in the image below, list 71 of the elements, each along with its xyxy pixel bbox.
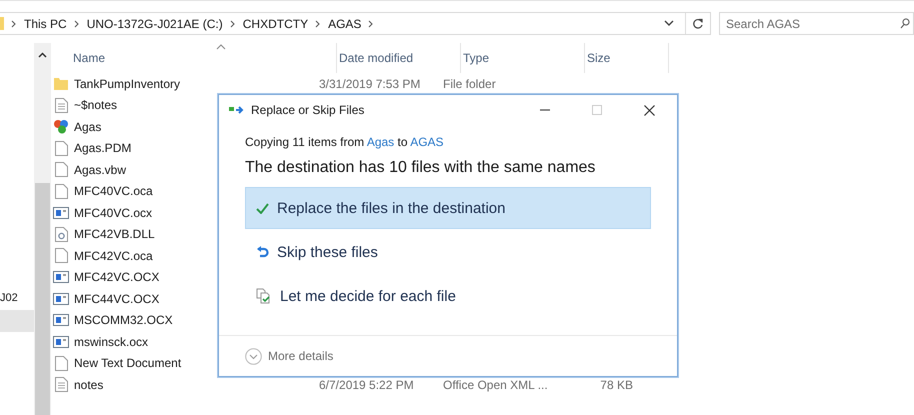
file-name[interactable]: notes	[74, 378, 104, 392]
file-name[interactable]: MFC40VC.oca	[74, 184, 153, 198]
chevron-icon	[315, 20, 322, 28]
blank-file-icon	[53, 140, 69, 156]
option-button[interactable]: Replace the files in the destination	[245, 187, 651, 229]
blank-file-icon	[53, 356, 69, 371]
source-link[interactable]: Agas	[366, 135, 394, 149]
copy-arrow-icon	[229, 105, 245, 115]
breadcrumb[interactable]: This PC	[24, 16, 67, 30]
address-bar[interactable]: This PC UNO-1372G-J021AE (C:) CHXDTCTY AGAS	[0, 12, 711, 35]
column-header[interactable]: Name	[71, 43, 337, 73]
check-icon	[256, 202, 269, 214]
control-file-icon	[53, 314, 69, 326]
option-button[interactable]: Let me decide for each file	[245, 275, 651, 317]
more-details-button[interactable]: More details	[245, 348, 334, 364]
application-icon	[53, 119, 69, 134]
breadcrumb[interactable]: UNO-1372G-J021AE (C:)	[86, 16, 223, 30]
chevron-icon	[74, 20, 80, 28]
file-name[interactable]: ~$notes	[74, 98, 118, 112]
column-header[interactable]: Type	[461, 43, 585, 73]
search-icon	[900, 18, 910, 29]
close-icon[interactable]	[644, 104, 655, 116]
chevron-icon	[368, 20, 374, 28]
scroll-thumb[interactable]	[35, 183, 50, 415]
file-name[interactable]: MFC42VC.OCX	[74, 270, 160, 284]
file-name[interactable]: MFC42VC.oca	[74, 248, 153, 263]
file-name[interactable]: TankPumpInventory	[74, 76, 180, 91]
file-size: 78 KB	[600, 378, 633, 392]
blank-file-icon	[53, 162, 69, 178]
chevron-icon	[11, 20, 17, 28]
undo-arrow-icon	[256, 245, 269, 259]
minimize-icon[interactable]	[540, 109, 550, 111]
breadcrumb[interactable]: CHXDTCTY	[242, 16, 308, 30]
option-button[interactable]: Skip these files	[245, 231, 651, 273]
file-name[interactable]: New Text Document	[74, 356, 182, 370]
file-name[interactable]: MFC42VB.DLL	[74, 227, 155, 242]
scrollbar[interactable]	[34, 43, 51, 415]
file-name[interactable]: mswinsck.ocx	[74, 334, 148, 349]
file-type: Office Open XML ...	[443, 378, 548, 392]
copy-summary: Copying 11 items from Agas to AGAS	[245, 135, 445, 149]
file-name[interactable]: Agas.PDM	[74, 141, 132, 156]
blank-file-icon	[53, 248, 69, 264]
gear-file-icon	[53, 226, 69, 242]
nav-item[interactable]: J02	[0, 287, 34, 309]
file-type: File folder	[443, 76, 496, 91]
dialog-title: Replace or Skip Files	[251, 103, 364, 117]
file-name[interactable]: MSCOMM32.OCX	[74, 313, 173, 328]
sort-caret-icon	[216, 44, 226, 50]
column-header[interactable]: Date modified	[337, 43, 461, 73]
file-name[interactable]: Agas.vbw	[74, 162, 126, 177]
search-field[interactable]: Search AGAS	[719, 12, 914, 35]
file-name[interactable]: Agas	[74, 120, 102, 134]
file-name[interactable]: MFC40VC.ocx	[74, 206, 152, 220]
chevron-icon	[230, 20, 236, 28]
control-file-icon	[53, 336, 69, 348]
target-link[interactable]: AGAS	[410, 135, 444, 149]
blank-file-icon	[53, 184, 69, 199]
dialog-heading: The destination has 10 files with the same names	[245, 159, 596, 177]
text-document-icon	[53, 98, 69, 113]
control-file-icon	[53, 206, 69, 219]
date-modified: 3/31/2019 7:53 PM	[319, 76, 420, 91]
breadcrumb[interactable]: AGAS	[328, 16, 362, 30]
scroll-up-icon[interactable]	[38, 52, 47, 58]
chevron-circle-icon	[245, 348, 262, 364]
control-file-icon	[53, 292, 69, 305]
text-document-icon	[53, 377, 69, 392]
files-check-icon	[256, 288, 272, 304]
date-modified: 6/7/2019 5:22 PM	[319, 378, 414, 392]
file-name[interactable]: MFC44VC.OCX	[74, 292, 160, 306]
column-header[interactable]: Size	[585, 43, 669, 73]
control-file-icon	[53, 271, 69, 284]
